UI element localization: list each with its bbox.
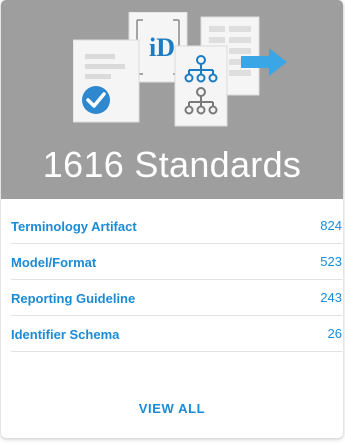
document-check-icon xyxy=(73,39,140,123)
card-title: 1616 Standards xyxy=(42,144,302,185)
list-item-terminology-artifact[interactable]: Terminology Artifact 824 xyxy=(11,208,342,244)
list-item-model-format[interactable]: Model/Format 523 xyxy=(11,244,342,280)
list-item-label[interactable]: Model/Format xyxy=(11,254,96,270)
list-item-label[interactable]: Terminology Artifact xyxy=(11,218,137,234)
list-item-label[interactable]: Identifier Schema xyxy=(11,326,119,342)
list-item-reporting-guideline[interactable]: Reporting Guideline 243 xyxy=(11,280,342,316)
card-header: iD 1616 Standards xyxy=(1,0,343,199)
view-all-link[interactable]: VIEW ALL xyxy=(1,401,343,416)
standards-illustration: iD xyxy=(73,12,287,127)
hierarchy-tree-icon xyxy=(174,45,228,127)
list-item-label[interactable]: Reporting Guideline xyxy=(11,290,135,306)
standards-card: iD 1616 Standards Terminology Artifact 8… xyxy=(1,0,343,438)
list-item-identifier-schema[interactable]: Identifier Schema 26 xyxy=(11,316,342,352)
list-item-count: 824 xyxy=(320,218,342,233)
list-item-count: 243 xyxy=(320,290,342,305)
list-item-count: 523 xyxy=(320,254,342,269)
list-item-count: 26 xyxy=(327,326,342,341)
standards-list: Terminology Artifact 824 Model/Format 52… xyxy=(1,208,343,352)
svg-text:iD: iD xyxy=(149,33,175,62)
